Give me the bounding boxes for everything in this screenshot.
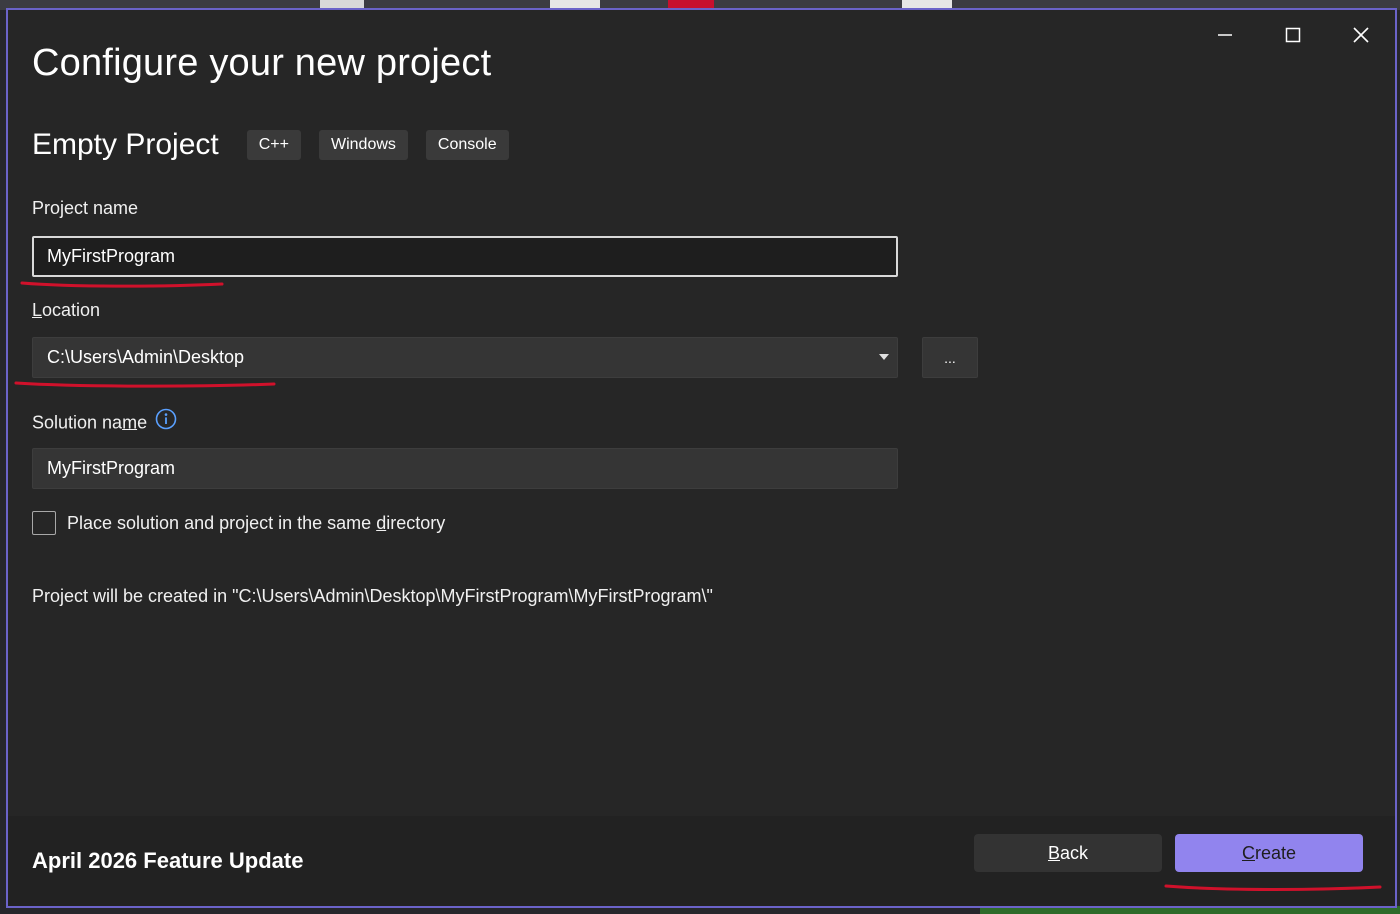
location-value: C:\Users\Admin\Desktop	[47, 347, 245, 367]
create-label: reate	[1254, 842, 1297, 863]
back-button[interactable]: Back	[974, 834, 1162, 872]
page-title: Configure your new project	[32, 42, 492, 84]
same-directory-option[interactable]: Place solution and project in the same d…	[32, 511, 445, 535]
minimize-icon	[1218, 34, 1232, 36]
same-directory-label-accelerator: d	[376, 512, 387, 533]
tag-project-type: Console	[425, 130, 509, 160]
same-directory-label[interactable]: Place solution and project in the same d…	[67, 513, 445, 534]
browse-location-button[interactable]: ...	[922, 337, 978, 378]
minimize-button[interactable]	[1191, 10, 1259, 60]
create-button[interactable]: Create	[1175, 834, 1363, 872]
close-icon	[1353, 27, 1369, 43]
location-label-text: ocation	[42, 300, 101, 320]
desktop-window-fragment	[550, 0, 600, 8]
feature-update-text: April 2026 Feature Update	[32, 848, 304, 873]
location-label: Location	[32, 300, 100, 321]
tag-platform: Windows	[318, 130, 408, 160]
browse-label: ...	[944, 349, 956, 366]
same-directory-label-post: irectory	[386, 512, 446, 533]
project-name-input[interactable]: MyFirstProgram	[32, 236, 898, 277]
solution-label-accelerator: m	[122, 412, 138, 433]
back-accelerator: B	[1047, 842, 1060, 863]
maximize-button[interactable]	[1259, 10, 1327, 60]
same-directory-checkbox[interactable]	[32, 511, 56, 535]
configure-project-dialog: Configure your new project Empty Project…	[6, 8, 1397, 908]
solution-name-input[interactable]: MyFirstProgram	[32, 448, 898, 489]
solution-label-pre: Solution na	[32, 412, 123, 433]
create-accelerator: C	[1241, 842, 1255, 863]
chevron-down-icon[interactable]	[879, 354, 889, 360]
creation-path-info: Project will be created in "C:\Users\Adm…	[32, 586, 713, 606]
project-name-value: MyFirstProgram	[47, 246, 176, 266]
window-controls	[1191, 10, 1395, 60]
back-label: ack	[1060, 842, 1089, 863]
info-icon[interactable]	[155, 408, 177, 435]
desktop-window-fragment	[668, 0, 714, 8]
location-label-accelerator: L	[32, 300, 43, 320]
close-button[interactable]	[1327, 10, 1395, 60]
template-header: Empty Project C++ Windows Console	[32, 128, 527, 162]
same-directory-label-pre: Place solution and project in the same	[67, 512, 377, 533]
desktop-window-fragment	[320, 0, 364, 8]
tag-language: C++	[246, 130, 301, 160]
maximize-icon	[1285, 27, 1301, 43]
solution-name-label: Solution name	[32, 408, 177, 437]
location-combobox[interactable]: C:\Users\Admin\Desktop	[32, 337, 898, 378]
template-name: Empty Project	[32, 128, 219, 161]
project-name-label: Project name	[32, 198, 139, 218]
solution-label-post: e	[137, 412, 148, 433]
solution-name-value: MyFirstProgram	[47, 458, 176, 478]
desktop-window-fragment	[902, 0, 952, 8]
